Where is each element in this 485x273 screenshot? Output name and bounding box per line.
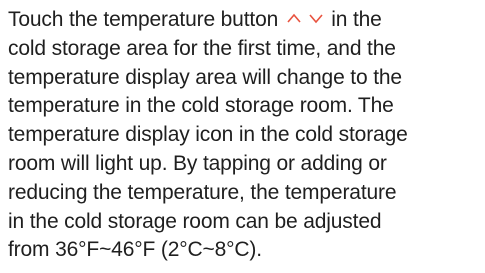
text-line-6: room will light up. By tapping or adding… bbox=[8, 151, 387, 175]
line1-text-b: in the bbox=[331, 8, 382, 31]
text-line-7: reducing the temperature, the temperatur… bbox=[8, 180, 397, 204]
line1-text-a: Touch the temperature button bbox=[8, 8, 279, 31]
text-line-9: from 36°F~46°F (2°C~8°C). bbox=[8, 238, 262, 262]
text-line-1: Touch the temperature button in the bbox=[8, 6, 483, 35]
temperature-buttons-glyph bbox=[280, 6, 329, 35]
chevron-up-icon bbox=[287, 14, 301, 23]
text-line-3: temperature display area will change to … bbox=[8, 65, 402, 89]
text-line-4: temperature in the cold storage room. Th… bbox=[8, 94, 394, 118]
chevron-down-icon bbox=[308, 14, 323, 24]
text-line-8: in the cold storage room can be adjusted bbox=[8, 209, 382, 233]
text-line-5: temperature display icon in the cold sto… bbox=[8, 123, 408, 147]
text-line-2: cold storage area for the first time, an… bbox=[8, 36, 396, 60]
instruction-paragraph: Touch the temperature button in the cold… bbox=[8, 6, 483, 265]
